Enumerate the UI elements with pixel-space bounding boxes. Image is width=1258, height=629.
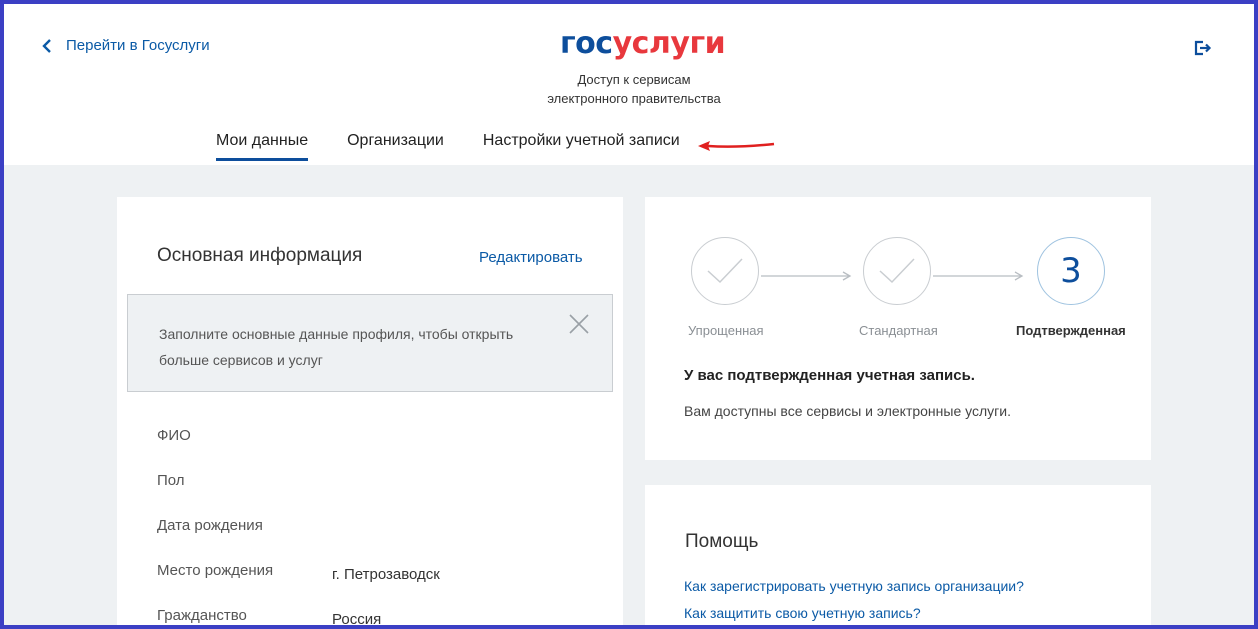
help-card: Помощь Как зарегистрировать учетную запи… [645,485,1151,625]
field-value-birth-place: г. Петрозаводск [332,566,440,583]
gosuslugi-logo: госуслуги [560,26,726,61]
profile-notice: Заполните основные данные профиля, чтобы… [127,294,613,392]
step-connector-2 [933,271,1024,281]
logo-part-1: гос [560,26,613,61]
main-info-card: Основная информация Редактировать Заполн… [117,197,623,628]
annotation-arrow-icon [698,141,775,151]
step-connector-1 [761,271,852,281]
page-frame: Перейти в Госуслуги госуслуги Доступ к с… [0,0,1258,629]
field-label-fio: ФИО [157,427,191,444]
field-label-birth-place: Место рождения [157,562,274,579]
back-to-gosuslugi-link[interactable]: Перейти в Госуслуги [42,37,210,54]
field-label-citizenship: Гражданство [157,607,247,624]
close-icon[interactable] [568,313,590,335]
step-2-label: Стандартная [859,323,938,338]
tagline-line-2: электронного правительства [547,91,721,106]
tab-my-data[interactable]: Мои данные [216,132,309,161]
back-link-label: Перейти в Госуслуги [66,37,210,54]
tab-account-settings[interactable]: Настройки учетной записи [483,132,680,159]
step-1-label: Упрощенная [688,323,764,338]
logout-icon[interactable] [1194,40,1212,61]
field-value-citizenship: Россия [332,611,382,628]
step-2-circle [863,237,931,305]
step-3-label: Подтвержденная [1016,323,1126,338]
help-title: Помощь [685,531,759,552]
main-info-title: Основная информация [157,245,363,266]
tagline-line-1: Доступ к сервисам [577,72,691,87]
status-description: Вам доступны все сервисы и электронные у… [684,403,1011,419]
help-link-protect-account[interactable]: Как защитить свою учетную запись? [684,605,921,621]
check-icon [707,258,743,284]
field-label-birth-date: Дата рождения [157,517,263,534]
chevron-left-icon [42,38,51,53]
account-status-card: 3 Упрощенная Стандартная Подтвержденная … [645,197,1151,460]
help-link-register-org[interactable]: Как зарегистрировать учетную запись орга… [684,578,1024,594]
logo-part-2: услуги [612,26,726,61]
field-label-gender: Пол [157,472,185,489]
edit-link[interactable]: Редактировать [479,249,583,266]
tagline: Доступ к сервисам электронного правитель… [484,70,784,108]
step-1-circle [691,237,759,305]
step-3-circle: 3 [1037,237,1105,305]
status-title: У вас подтвержденная учетная запись. [684,367,975,384]
check-icon [879,258,915,284]
tab-bar: Мои данные Организации Настройки учетной… [216,132,719,161]
tab-organizations[interactable]: Организации [347,132,444,159]
header: Перейти в Госуслуги госуслуги Доступ к с… [4,4,1254,165]
notice-text: Заполните основные данные профиля, чтобы… [159,326,514,368]
